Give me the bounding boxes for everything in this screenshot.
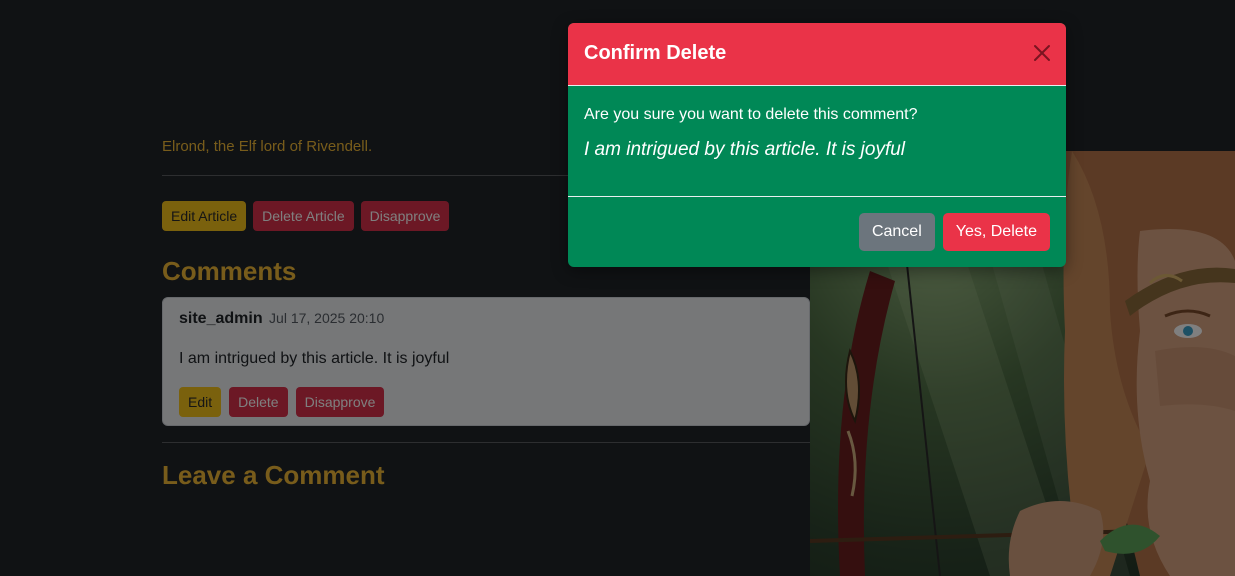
- cancel-button[interactable]: Cancel: [858, 213, 935, 251]
- modal-header: Confirm Delete: [568, 23, 1066, 86]
- page: Elrond, the Elf lord of Rivendell. Edit …: [0, 0, 1235, 576]
- modal-title: Confirm Delete: [584, 42, 727, 64]
- modal-footer: Cancel Yes, Delete: [568, 197, 1066, 267]
- modal-question: Are you sure you want to delete this com…: [584, 106, 918, 123]
- close-icon: [1034, 45, 1050, 61]
- modal-body: Are you sure you want to delete this com…: [568, 86, 1066, 197]
- modal-actions: Cancel Yes, Delete: [858, 213, 1050, 251]
- confirm-delete-modal: Confirm Delete Are you sure you want to …: [568, 23, 1066, 267]
- confirm-delete-button[interactable]: Yes, Delete: [942, 213, 1050, 251]
- modal-comment-quote: I am intrigued by this article. It is jo…: [584, 139, 906, 160]
- close-button[interactable]: [1030, 41, 1054, 65]
